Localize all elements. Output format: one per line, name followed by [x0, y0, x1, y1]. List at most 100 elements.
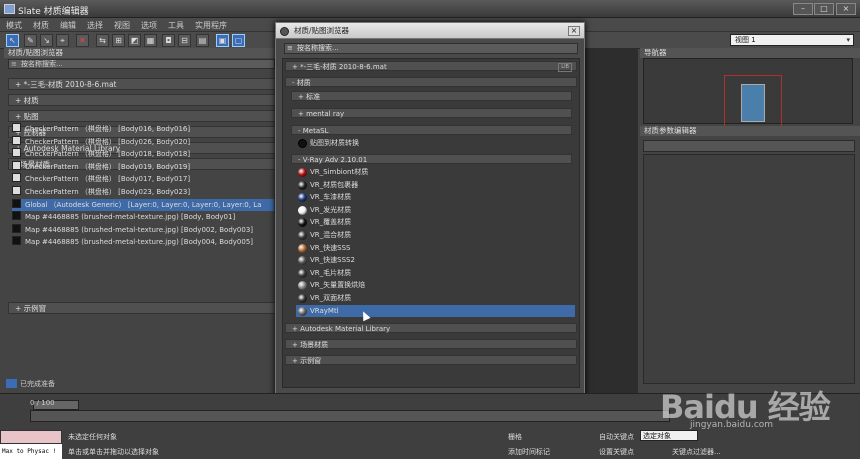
list-item-label: VR_快速SSS [310, 243, 351, 252]
material-swatch-icon [12, 123, 21, 132]
maxscript-listener[interactable] [0, 430, 62, 444]
put-material-icon[interactable]: ⌖ [56, 34, 69, 47]
material-swatch-icon [12, 198, 21, 208]
browser-toggle-icon[interactable]: ▣ [216, 34, 229, 47]
material-swatch-icon [12, 148, 21, 158]
prompt-line-2: 单击或单击并拖动以选择对象 [68, 448, 159, 456]
param-toggle-icon[interactable]: ▢ [232, 34, 245, 47]
list-item[interactable]: CheckerPattern （棋盘格） [Body023, Body023] [12, 186, 274, 198]
baidu-watermark-url: jingyan.baidu.com [690, 420, 774, 430]
material-ball-icon [298, 294, 307, 303]
list-item[interactable]: VRayMtl [296, 304, 575, 317]
material-swatch-icon [12, 135, 21, 145]
material-ball-icon [298, 205, 307, 215]
list-item[interactable]: VR_毛片材质 [296, 267, 575, 279]
menu-tools[interactable]: 工具 [162, 18, 189, 31]
list-item-label: VR_矢量置换烘焙 [310, 281, 366, 290]
lib-tag: LIB [558, 63, 572, 72]
dialog-rollout-standard[interactable]: + 标准 [291, 91, 572, 101]
navigator-view[interactable] [643, 58, 853, 131]
dialog-search-input[interactable]: 按名称搜索... [284, 43, 578, 54]
close-button[interactable]: × [836, 3, 856, 15]
menu-view[interactable]: 视图 [108, 18, 135, 31]
dialog-icon [280, 27, 289, 36]
dialog-rollout-materials[interactable]: - 材质 [285, 77, 577, 87]
dialog-rollout-vray[interactable]: - V-Ray Adv 2.10.01 [291, 154, 572, 164]
param-name-field[interactable] [643, 140, 855, 152]
maxscript-input[interactable]: Max to Physac ! [0, 444, 62, 459]
list-item[interactable]: VR_双面材质 [296, 292, 575, 304]
list-item[interactable]: Map #4468885 (brushed-metal-texture.jpg)… [12, 223, 274, 236]
move-children-icon[interactable]: ⇆ [96, 34, 109, 47]
menu-select[interactable]: 选择 [81, 18, 108, 31]
material-ball-icon [298, 268, 307, 278]
auto-key-button[interactable]: 自动关键点 [599, 432, 634, 442]
view-select[interactable]: 视图 1 [730, 34, 854, 46]
list-item[interactable]: CheckerPattern （棋盘格） [Body017, Body017] [12, 173, 274, 185]
maximize-button[interactable]: □ [814, 3, 834, 15]
list-item[interactable]: Map #4468885 (brushed-metal-texture.jpg)… [12, 236, 274, 248]
delete-icon[interactable]: ✕ [76, 34, 89, 47]
assign-icon[interactable]: ↘ [40, 34, 53, 47]
dialog-rollout-metasl[interactable]: - MetaSL [291, 125, 572, 135]
dialog-rollout-file-library[interactable]: + *-三毛-材质 2010-8-6.mat LIB [285, 61, 577, 72]
timeline-track[interactable] [30, 410, 670, 422]
list-item-label: VR_毛片材质 [310, 268, 352, 277]
list-item[interactable]: CheckerPattern （棋盘格） [Body018, Body018] [12, 148, 274, 160]
list-item-label: VRayMtl [310, 306, 339, 315]
layout-all-icon[interactable]: ⊟ [178, 34, 191, 47]
list-item[interactable]: VR_材质包裹器 [296, 179, 575, 191]
list-item-label: Map #4468885 (brushed-metal-texture.jpg)… [25, 225, 254, 234]
list-item[interactable]: VR_车漆材质 [296, 191, 575, 203]
select-tool-icon[interactable]: ↖ [6, 34, 19, 47]
right-panel: 导航器 材质参数编辑器 [640, 48, 860, 388]
list-item[interactable]: Map #4468885 (brushed-metal-texture.jpg)… [12, 211, 274, 223]
key-select-dropdown[interactable]: 选定对象 [640, 430, 698, 441]
show-map-icon[interactable]: ◩ [128, 34, 141, 47]
browser-search-input[interactable]: 按名称搜索... [8, 59, 275, 69]
list-item-label: CheckerPattern （棋盘格） [Body017, Body017] [25, 175, 191, 184]
pick-icon[interactable]: ✎ [24, 34, 37, 47]
list-item[interactable]: VR_发光材质 [296, 204, 575, 216]
list-item[interactable]: Global （Autodesk Generic） [Layer:0, Laye… [12, 198, 274, 211]
list-item-label: VR_快速SSS2 [310, 256, 355, 265]
minimize-button[interactable]: – [793, 3, 813, 15]
hide-icon[interactable]: ▤ [196, 34, 209, 47]
list-item[interactable]: VR_覆盖材质 [296, 216, 575, 228]
menu-mode[interactable]: 模式 [0, 18, 27, 31]
list-item[interactable]: 贴图到材质转换 [296, 137, 575, 149]
key-filter-button[interactable]: 关键点过滤器... [672, 447, 721, 457]
dialog-close-button[interactable]: × [568, 26, 580, 36]
list-item-label: VR_材质包裹器 [310, 180, 359, 189]
layout-icon[interactable]: ⊞ [112, 34, 125, 47]
list-item[interactable]: CheckerPattern （棋盘格） [Body016, Body016] [12, 123, 274, 135]
set-key-button[interactable]: 设置关键点 [599, 447, 634, 457]
dialog-rollout-mental-ray[interactable]: + mental ray [291, 108, 572, 118]
list-item[interactable]: CheckerPattern （棋盘格） [Body019, Body019] [12, 160, 274, 173]
checker-bg-icon[interactable]: ▦ [144, 34, 157, 47]
param-editor-area[interactable] [643, 154, 855, 384]
list-item[interactable]: VR_快速SSS2 [296, 254, 575, 266]
rollout-materials[interactable]: + 材质 [8, 94, 276, 106]
menu-options[interactable]: 选项 [135, 18, 162, 31]
dialog-list: + *-三毛-材质 2010-8-6.mat LIB - 材质 + 标准 + m… [282, 58, 580, 388]
rollout-file-library[interactable]: + *-三毛-材质 2010-8-6.mat [8, 78, 276, 90]
menu-edit[interactable]: 编辑 [54, 18, 81, 31]
list-item[interactable]: VR_Simbiont材质 [296, 166, 575, 178]
dialog-rollout-autodesk-library[interactable]: + Autodesk Material Library [285, 323, 577, 333]
render-icon[interactable]: ◘ [162, 34, 175, 47]
rollout-samples[interactable]: + 示例窗 [8, 302, 276, 314]
menu-material[interactable]: 材质 [27, 18, 54, 31]
list-item[interactable]: VR_矢量置换烘焙 [296, 279, 575, 291]
add-time-tag-button[interactable]: 添加时间标记 [508, 447, 550, 457]
navigator-header: 导航器 [640, 48, 860, 58]
dialog-rollout-samples[interactable]: + 示例窗 [285, 355, 577, 365]
rollout-maps[interactable]: + 贴图 [8, 110, 276, 122]
list-item[interactable]: VR_混合材质 [296, 229, 575, 241]
list-item[interactable]: VR_快速SSS [296, 242, 575, 254]
dialog-rollout-scene-materials[interactable]: + 场景材质 [285, 339, 577, 349]
browser-header: 材质/贴图浏览器 [4, 48, 279, 58]
menu-utilities[interactable]: 实用程序 [189, 18, 232, 31]
list-item[interactable]: CheckerPattern （棋盘格） [Body026, Body020] [12, 135, 274, 148]
material-ball-icon [298, 243, 307, 253]
